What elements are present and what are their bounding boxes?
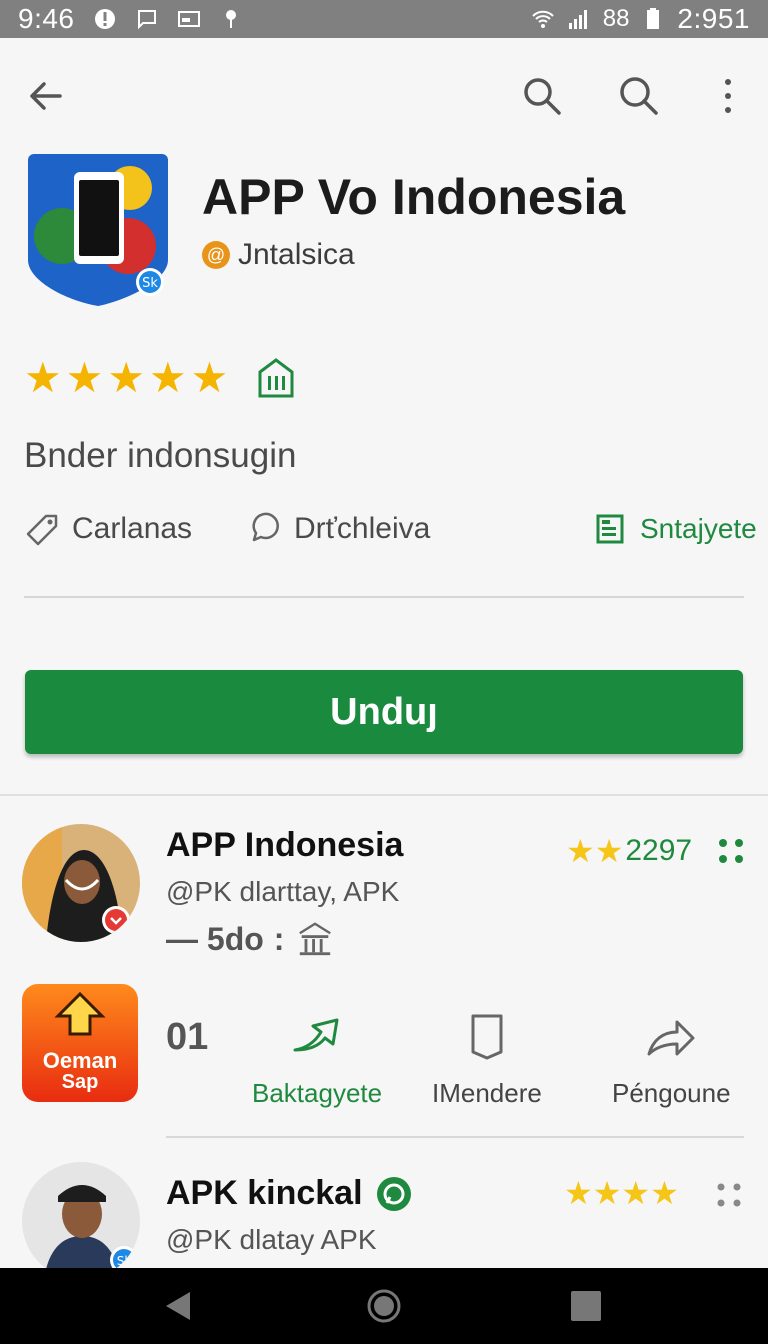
search-icon[interactable] (520, 74, 564, 118)
promo-app-icon[interactable]: Oeman Sap (22, 984, 138, 1102)
star-icon: ★ (621, 1175, 651, 1211)
action-imendere[interactable]: IMendere (432, 1010, 542, 1109)
action-baktagyete[interactable]: Baktagyete (252, 1010, 382, 1109)
tag-icon (26, 514, 58, 546)
home-circle-icon[interactable] (366, 1288, 402, 1324)
more-dots-icon[interactable] (718, 838, 744, 864)
action-label: Baktagyete (252, 1078, 383, 1108)
share-arrow-icon (293, 1018, 339, 1052)
card-icon (177, 11, 200, 27)
avatar-badge: Sk (117, 1254, 132, 1268)
star-icon: ★ (566, 833, 595, 869)
avatar[interactable] (22, 824, 140, 942)
more-vert-icon[interactable] (712, 74, 744, 118)
bookmark-icon (471, 1014, 503, 1060)
list-item-meta: — 5do : (166, 920, 336, 958)
app-title: APP Vo Indonesia (202, 169, 626, 225)
promo-number: 01 (166, 1016, 209, 1058)
back-triangle-icon[interactable] (160, 1288, 196, 1324)
chip-label: Drťchleiva (294, 512, 431, 545)
developer-name[interactable]: Jntalsica (238, 238, 355, 272)
divider (24, 596, 744, 598)
upload-arrow-icon: Oeman Sap (43, 991, 118, 1093)
info-chips: Carlanas Drťchleiva Sntajyete (24, 510, 757, 554)
recents-square-icon[interactable] (568, 1288, 604, 1324)
rating-count: 2297 (625, 834, 693, 867)
chip-sntajyete[interactable]: Sntajyete (592, 510, 757, 548)
list-item-title[interactable]: APP Indonesia (166, 826, 403, 865)
chip-label: Carlanas (72, 512, 193, 545)
list-item-subtitle: @PK dlatay APK (166, 1224, 377, 1255)
building-icon (299, 922, 332, 956)
star-icon: ★ (650, 1175, 679, 1211)
star-icon: ★ (594, 833, 624, 869)
app-icon-badge: Sk (142, 276, 158, 291)
status-time: 9:46 (18, 3, 75, 34)
search-alt-icon[interactable] (616, 74, 660, 118)
alert-icon (94, 9, 115, 29)
chip-carlanas[interactable]: Carlanas (24, 510, 192, 548)
action-pengoune[interactable]: Péngoune (612, 1010, 731, 1109)
star-icon: ★ (24, 354, 62, 401)
star-icon: ★ (564, 1175, 593, 1211)
rating-stars: ★ ★ ★ ★ ★ (24, 356, 296, 400)
promo-icon-line1: Oeman (43, 1048, 118, 1073)
developer-badge-icon: @ (202, 241, 230, 269)
list-item-rating: ★ ★ ★ ★ (564, 1174, 679, 1212)
divider (166, 1136, 744, 1138)
status-bar: 9:46 88 2:951 (0, 0, 768, 38)
chat-icon (137, 10, 156, 30)
star-icon: ★ (148, 354, 187, 401)
star-icon: ★ (190, 354, 229, 401)
verified-chat-icon (376, 1176, 411, 1211)
status-clock: 2:951 (677, 3, 750, 34)
developer-row[interactable]: @ Jntalsica (202, 238, 355, 272)
status-right: 88 2:951 (531, 3, 750, 35)
star-icon: ★ (592, 1175, 622, 1211)
building-icon[interactable] (256, 356, 296, 400)
meta-text: — 5do (166, 920, 264, 957)
chip-label: Sntajyete (640, 513, 757, 544)
action-label: Péngoune (612, 1078, 731, 1108)
list-item-rating: ★ ★ 2297 (566, 832, 692, 870)
star-icon: ★ (65, 354, 104, 401)
chat-bubble-icon (252, 512, 279, 542)
promo-icon-line2: Sap (62, 1071, 99, 1093)
book-icon (596, 514, 624, 544)
forward-icon (647, 1020, 695, 1056)
navigation-bar (0, 1268, 768, 1344)
avatar[interactable]: Sk (22, 1162, 140, 1280)
divider (0, 794, 768, 796)
chip-drtchleiva[interactable]: Drťchleiva (246, 510, 430, 548)
arrow-left-icon[interactable] (24, 74, 68, 118)
list-item-subtitle: @PK dlarttay, APK (166, 876, 400, 907)
app-bar (0, 38, 768, 148)
app-subtitle: Bnder indonsugin (24, 436, 297, 475)
more-dots-icon[interactable] (716, 1182, 742, 1208)
list-item-title: APK kinckal (166, 1174, 363, 1212)
status-left: 9:46 (18, 3, 243, 35)
list-item-title-row[interactable]: APK kinckal (166, 1174, 413, 1213)
network-label: 88 (602, 5, 630, 32)
meta-separator: : (273, 920, 285, 957)
wifi-icon (532, 10, 554, 28)
battery-icon (647, 8, 660, 29)
app-icon: Sk (28, 154, 168, 306)
pin-icon (225, 10, 236, 28)
download-button[interactable]: Unduȷ (25, 670, 743, 754)
action-label: IMendere (432, 1078, 542, 1108)
star-icon: ★ (107, 354, 145, 401)
signal-icon (568, 10, 587, 29)
